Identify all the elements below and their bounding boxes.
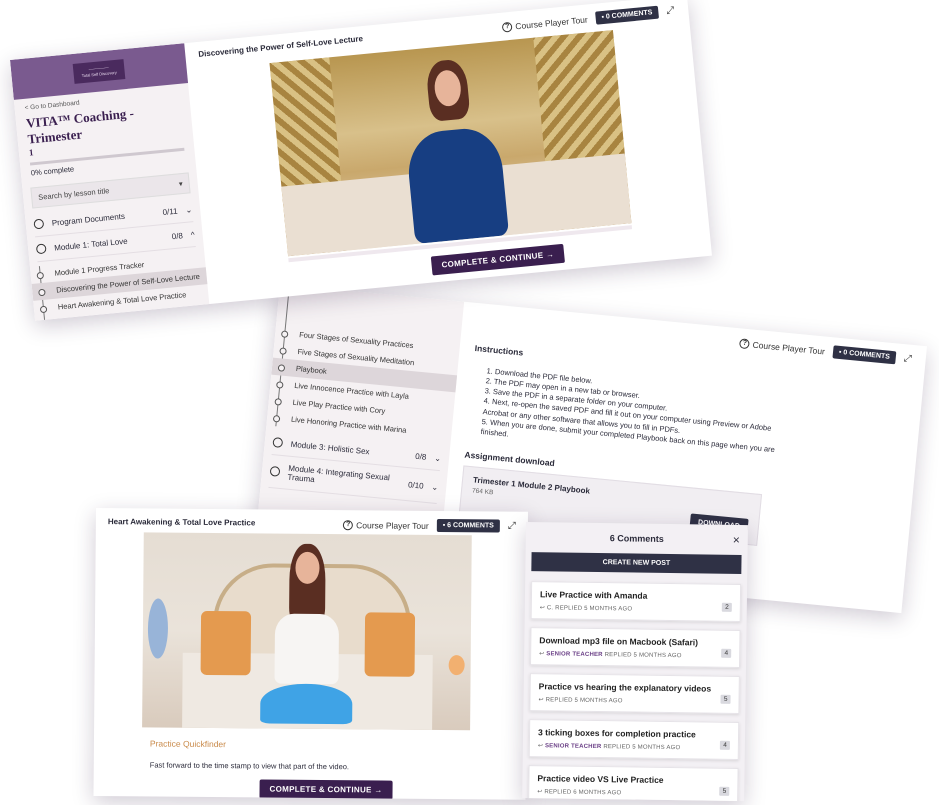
comment-title: 3 ticking boxes for completion practice <box>537 727 696 740</box>
status-circle-icon <box>35 243 47 255</box>
module-count: 0/11 <box>162 206 178 217</box>
presenter-figure <box>260 543 353 729</box>
status-circle-icon <box>33 218 45 230</box>
create-new-post-button[interactable]: CREATE NEW POST <box>531 552 742 575</box>
complete-continue-button[interactable]: COMPLETE & CONTINUE → <box>259 779 393 800</box>
expand-icon[interactable]: ⤢ <box>903 353 914 365</box>
status-circle-icon <box>280 330 289 339</box>
comment-meta: ↩ REPLIED 5 MONTHS AGO <box>538 696 730 706</box>
help-icon: ? <box>343 519 354 530</box>
reply-count-badge: 2 <box>722 602 732 612</box>
reply-count-badge: 4 <box>720 740 730 750</box>
close-icon[interactable]: × <box>733 533 740 547</box>
comments-button[interactable]: ▪ 0 COMMENTS <box>594 5 660 25</box>
complete-continue-button[interactable]: COMPLETE & CONTINUE → <box>430 243 565 276</box>
lesson-list: Four Stages of Sexuality Practices Five S… <box>266 284 464 443</box>
module-label: Module 3: Holistic Sex <box>290 439 370 456</box>
expand-icon[interactable]: ⤢ <box>666 5 677 17</box>
video-player[interactable] <box>269 30 632 257</box>
comments-title: 6 Comments <box>609 533 664 544</box>
comment-title: Practice video VS Live Practice <box>537 773 664 785</box>
comment-title: Download mp3 file on Macbook (Safari) <box>539 635 699 648</box>
body-text: Fast forward to the time stamp to view t… <box>149 760 350 772</box>
chevron-icon: ^ <box>190 229 195 239</box>
comment-meta: ↩ SENIOR TEACHER REPLIED 5 MONTHS AGO <box>539 650 731 660</box>
video-player[interactable] <box>142 532 472 731</box>
practice-window: Heart Awakening & Total Love Practice ? C… <box>93 508 528 800</box>
module-label: Module 1: Total Love <box>53 236 128 253</box>
comment-time: REPLIED 5 MONTHS AGO <box>603 744 681 752</box>
reply-count-badge: 4 <box>721 648 732 658</box>
course-player-tour-link[interactable]: ? Course Player Tour <box>739 337 825 356</box>
lesson-title: Discovering the Power of Self-Love Lectu… <box>197 34 364 59</box>
module-count: 0/8 <box>171 230 184 241</box>
instructions-list: 1. Download the PDF file below. 2. The PD… <box>466 365 785 466</box>
lesson-title: Heart Awakening & Total Love Practice <box>107 517 256 528</box>
comments-button[interactable]: ▪ 6 COMMENTS <box>436 518 500 533</box>
player-header: ? Course Player Tour ▪ 0 COMMENTS ⤢ <box>501 4 677 34</box>
lesson-label: Total Love Meditation <box>59 312 131 321</box>
module-label: Program Documents <box>51 211 126 228</box>
comment-meta: ↩ C. REPLIED 5 MONTHS AGO <box>540 604 732 614</box>
lesson-list: Module 1 Progress Tracker Discovering the… <box>30 250 212 321</box>
sidebar: ————— Total Self Discovery < Go to Dashb… <box>10 43 212 321</box>
comments-button[interactable]: ▪ 0 COMMENTS <box>832 345 897 365</box>
comment-role: SENIOR TEACHER <box>546 651 603 659</box>
module-count: 0/8 <box>414 451 427 462</box>
comment-role: SENIOR TEACHER <box>544 743 602 751</box>
player-header: ? Course Player Tour ▪ 0 COMMENTS ⤢ <box>739 336 914 366</box>
course-player-tour-link[interactable]: ? Course Player Tour <box>343 519 429 530</box>
comments-list: Live Practice with Amanda ↩ C. REPLIED 5 … <box>522 581 747 802</box>
help-icon: ? <box>501 21 513 33</box>
status-circle-icon <box>38 288 46 297</box>
logo: ————— Total Self Discovery <box>72 59 126 84</box>
course-player-tour-link[interactable]: ? Course Player Tour <box>501 14 588 33</box>
reply-count-badge: 5 <box>720 694 731 704</box>
lesson-label: Playbook <box>295 363 328 376</box>
comment-author: C. <box>546 605 554 612</box>
comment-time: REPLIED 5 MONTHS AGO <box>555 605 633 613</box>
status-circle-icon <box>279 347 287 355</box>
comments-panel: 6 Comments × CREATE NEW POST Live Practi… <box>522 522 748 802</box>
status-circle-icon <box>39 305 48 314</box>
comment-thread[interactable]: Live Practice with Amanda ↩ C. REPLIED 5 … <box>530 581 742 623</box>
chevron-icon: ⌄ <box>433 453 442 463</box>
status-circle-icon <box>277 364 286 372</box>
comment-time: REPLIED 5 MONTHS AGO <box>545 697 623 705</box>
player-header: ? Course Player Tour ▪ 6 COMMENTS ⤢ <box>343 518 518 533</box>
practice-quickfinder-heading: Practice Quickfinder <box>149 738 227 750</box>
module-label: Module 4: Integrating Sexual Trauma <box>287 463 391 485</box>
expand-icon[interactable]: ⤢ <box>508 520 518 531</box>
comment-meta: ↩ REPLIED 6 MONTHS AGO <box>537 788 729 798</box>
status-circle-icon <box>36 271 45 280</box>
comment-meta: ↩ SENIOR TEACHER REPLIED 5 MONTHS AGO <box>538 742 730 752</box>
search-input[interactable]: Search by lesson title <box>38 186 110 202</box>
status-circle-icon <box>272 414 281 423</box>
status-circle-icon <box>269 465 281 477</box>
comment-title: Practice vs hearing the explanatory vide… <box>538 681 712 694</box>
comment-thread[interactable]: Practice video VS Live Practice ↩ REPLIED… <box>528 765 739 802</box>
comment-time: REPLIED 5 MONTHS AGO <box>604 652 682 660</box>
lesson-item[interactable]: Playbook <box>36 318 212 321</box>
comment-thread[interactable]: Practice vs hearing the explanatory vide… <box>529 673 740 714</box>
status-circle-icon <box>272 437 284 448</box>
comment-time: REPLIED 6 MONTHS AGO <box>544 789 622 797</box>
lecture-window: ————— Total Self Discovery < Go to Dashb… <box>10 0 712 321</box>
comment-thread[interactable]: Download mp3 file on Macbook (Safari) ↩ S… <box>530 627 741 669</box>
comment-thread[interactable]: 3 ticking boxes for completion practice ↩… <box>528 719 740 760</box>
comment-title: Live Practice with Amanda <box>539 589 648 601</box>
caret-down-icon: ▾ <box>178 179 184 189</box>
help-icon: ? <box>739 337 751 349</box>
chevron-icon: ⌄ <box>185 204 193 215</box>
chevron-icon: ⌄ <box>431 481 439 492</box>
status-circle-icon <box>276 381 284 389</box>
reply-count-badge: 5 <box>719 786 730 796</box>
presenter-figure <box>390 55 517 245</box>
status-circle-icon <box>274 398 283 406</box>
module-count: 0/10 <box>407 479 425 491</box>
